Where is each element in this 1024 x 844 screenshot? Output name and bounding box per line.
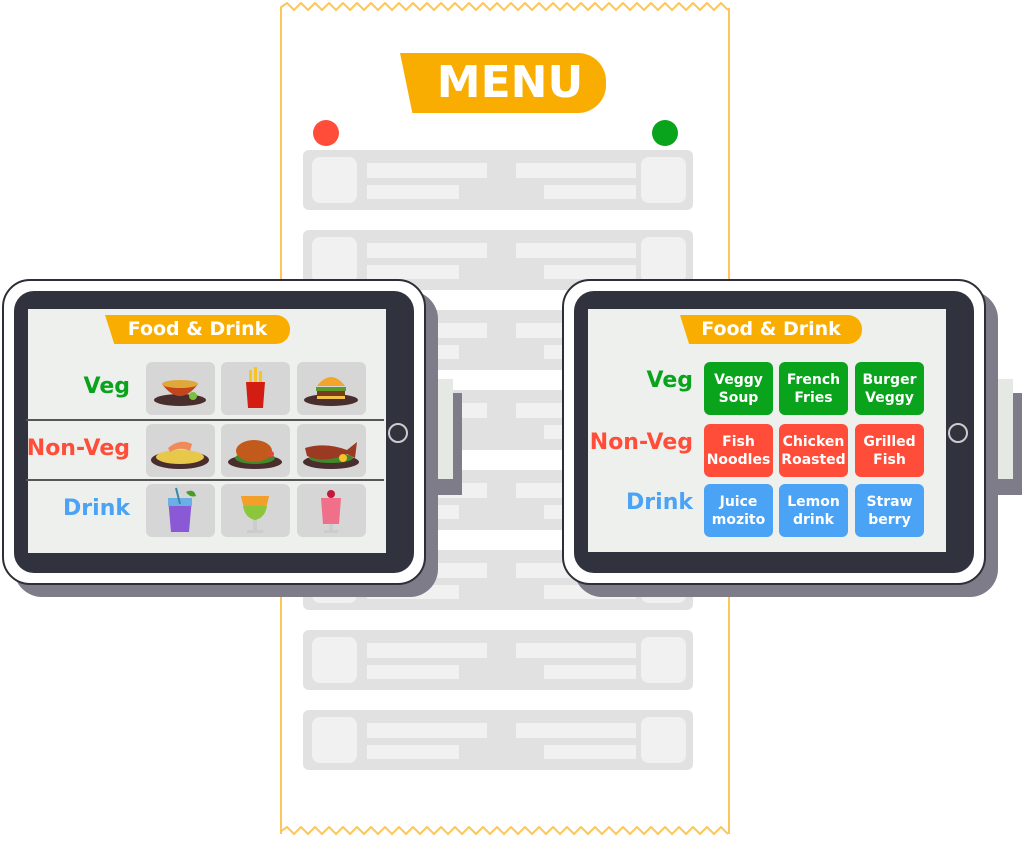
strawberry-shake-icon[interactable] bbox=[297, 484, 366, 537]
menu-row-placeholder bbox=[303, 150, 693, 210]
home-button[interactable] bbox=[948, 423, 968, 443]
menu-item-button[interactable]: Grilled Fish bbox=[855, 424, 924, 477]
soup-icon[interactable] bbox=[146, 362, 215, 415]
menu-item-button[interactable]: Chicken Roasted bbox=[779, 424, 848, 477]
tablet-side-button bbox=[432, 379, 462, 495]
category-label-non-veg: Non-Veg bbox=[589, 430, 693, 455]
menu-title-banner: MENU bbox=[400, 53, 606, 113]
menu-item-button[interactable]: Juice mozito bbox=[704, 484, 773, 537]
category-label-drink: Drink bbox=[626, 490, 693, 515]
receipt-bottom-edge bbox=[280, 826, 728, 836]
category-label-non-veg: Non-Veg bbox=[26, 436, 130, 461]
menu-item-button[interactable]: Lemon drink bbox=[779, 484, 848, 537]
green-dot-icon bbox=[652, 120, 678, 146]
category-label-veg: Veg bbox=[646, 368, 694, 393]
menu-item-button[interactable]: Veggy Soup bbox=[704, 362, 773, 415]
food-drink-title: Food & Drink bbox=[680, 315, 862, 344]
menu-item-button[interactable]: Straw berry bbox=[855, 484, 924, 537]
receipt-top-edge bbox=[280, 2, 728, 12]
shrimp-noodles-icon[interactable] bbox=[146, 424, 215, 477]
menu-item-button[interactable]: Fish Noodles bbox=[704, 424, 773, 477]
fruit-juice-icon[interactable] bbox=[221, 484, 290, 537]
fries-icon[interactable] bbox=[221, 362, 290, 415]
menu-row-placeholder bbox=[303, 630, 693, 690]
category-label-veg: Veg bbox=[83, 374, 131, 399]
burger-icon[interactable] bbox=[297, 362, 366, 415]
grilled-fish-icon[interactable] bbox=[297, 424, 366, 477]
roast-chicken-icon[interactable] bbox=[221, 424, 290, 477]
tablet-side-button bbox=[992, 379, 1022, 495]
menu-item-button[interactable]: French Fries bbox=[779, 362, 848, 415]
red-dot-icon bbox=[313, 120, 339, 146]
menu-item-button[interactable]: Burger Veggy bbox=[855, 362, 924, 415]
menu-row-placeholder bbox=[303, 710, 693, 770]
home-button[interactable] bbox=[388, 423, 408, 443]
purple-cocktail-icon[interactable] bbox=[146, 484, 215, 537]
food-drink-title: Food & Drink bbox=[105, 315, 290, 344]
category-label-drink: Drink bbox=[63, 496, 130, 521]
